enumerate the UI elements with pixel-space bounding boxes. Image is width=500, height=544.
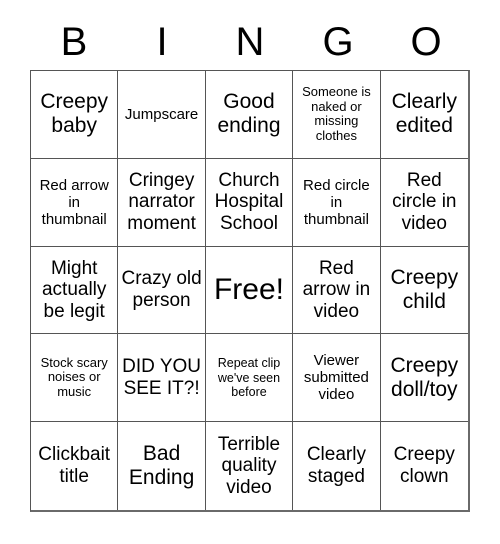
bingo-cell-label: Cringey narrator moment: [127, 169, 196, 235]
bingo-cell[interactable]: Bad Ending: [118, 422, 206, 510]
bingo-cell-label: Church Hospital School: [214, 169, 284, 235]
bingo-free-cell[interactable]: Free!: [205, 246, 294, 335]
bingo-cell-label: Clearly edited: [391, 90, 457, 138]
header-letter-i: I: [156, 20, 168, 64]
bingo-cell[interactable]: Church Hospital School: [205, 158, 294, 247]
bingo-cell[interactable]: Creepy doll/toy: [380, 334, 468, 423]
bingo-cell-label: Someone is naked or missing clothes: [302, 83, 371, 144]
bingo-cell-label: Creepy clown: [393, 444, 455, 488]
bingo-cell-label: Clickbait title: [38, 444, 111, 488]
bingo-cell-label: Red circle in thumbnail: [303, 176, 370, 228]
bingo-cell-label: Might actually be legit: [41, 257, 107, 322]
bingo-cell-label: Jumpscare: [124, 105, 199, 123]
header-letter-o: O: [410, 20, 442, 64]
bingo-cell[interactable]: Clearly staged: [293, 422, 381, 510]
bingo-cell[interactable]: Repeat clip we've seen before: [205, 334, 294, 423]
bingo-card: B I N G O Creepy baby Jumpscare Good end…: [0, 0, 500, 544]
bingo-cell[interactable]: Red arrow in thumbnail: [31, 158, 119, 247]
bingo-cell[interactable]: Creepy baby: [31, 71, 119, 159]
bingo-cell-label: Stock scary noises or music: [40, 354, 108, 400]
bingo-cell-label: Red arrow in video: [302, 257, 371, 322]
bingo-cell[interactable]: Cringey narrator moment: [118, 158, 206, 247]
bingo-cell-label: Viewer submitted video: [303, 352, 369, 404]
bingo-cell[interactable]: Someone is naked or missing clothes: [293, 71, 381, 159]
bingo-cell-label: Bad Ending: [128, 442, 195, 490]
bingo-cell-label: Creepy baby: [40, 90, 109, 138]
bingo-cell-label: Repeat clip we've seen before: [217, 356, 281, 399]
bingo-cell-label: Crazy old person: [121, 268, 202, 311]
bingo-cell[interactable]: Creepy clown: [380, 422, 468, 510]
bingo-cell[interactable]: Red circle in thumbnail: [293, 158, 381, 247]
bingo-cell-label: Terrible quality video: [217, 433, 281, 498]
bingo-cell[interactable]: Good ending: [205, 71, 294, 159]
bingo-cell-label: Creepy doll/toy: [390, 353, 459, 401]
bingo-cell-label: Red circle in video: [392, 169, 457, 235]
bingo-cell[interactable]: Clearly edited: [380, 71, 468, 159]
bingo-cell[interactable]: Red arrow in video: [293, 246, 381, 335]
bingo-cell[interactable]: Clickbait title: [31, 422, 119, 510]
bingo-cell[interactable]: Red circle in video: [380, 158, 468, 247]
bingo-cell[interactable]: Crazy old person: [118, 246, 206, 335]
header-letter-g: G: [322, 20, 354, 64]
bingo-cell[interactable]: Terrible quality video: [205, 422, 294, 510]
bingo-cell[interactable]: Jumpscare: [118, 71, 206, 159]
bingo-free-label: Free!: [213, 272, 284, 306]
bingo-cell-label: Clearly staged: [306, 444, 366, 488]
bingo-header-row: B I N G O: [30, 14, 470, 70]
bingo-grid: Creepy baby Jumpscare Good ending Someon…: [30, 70, 470, 512]
bingo-cell[interactable]: Might actually be legit: [31, 246, 119, 335]
bingo-cell-label: DID YOU SEE IT?!: [122, 356, 202, 399]
bingo-cell[interactable]: Viewer submitted video: [293, 334, 381, 423]
bingo-cell[interactable]: DID YOU SEE IT?!: [118, 334, 206, 423]
bingo-cell-label: Red arrow in thumbnail: [39, 176, 109, 228]
bingo-cell[interactable]: Creepy child: [380, 246, 468, 335]
bingo-cell[interactable]: Stock scary noises or music: [31, 334, 119, 423]
header-letter-n: N: [235, 20, 265, 64]
header-letter-b: B: [60, 20, 88, 64]
bingo-cell-label: Creepy child: [390, 266, 459, 313]
bingo-cell-label: Good ending: [217, 90, 281, 138]
